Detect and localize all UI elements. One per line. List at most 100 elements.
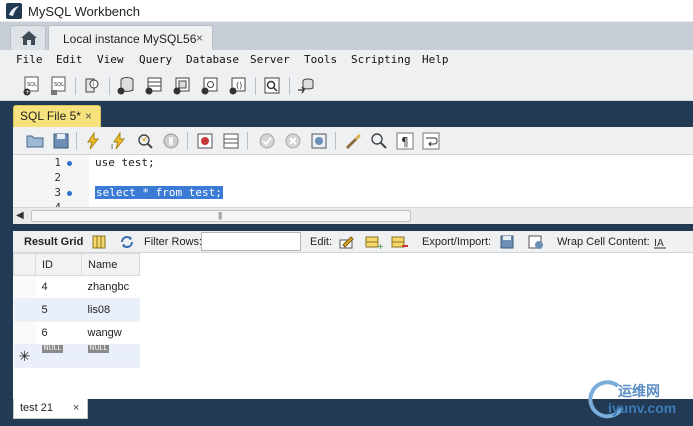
export-icon[interactable] — [499, 234, 515, 250]
connection-tab-close-icon[interactable]: × — [196, 31, 203, 45]
cell-name[interactable]: lis08 — [81, 298, 140, 322]
grid-view-icon[interactable] — [91, 234, 107, 250]
selected-code-text[interactable]: select * from test; — [95, 186, 223, 199]
inspector-icon[interactable]: i — [82, 76, 102, 96]
column-header-name[interactable]: Name — [81, 253, 140, 276]
word-wrap-icon[interactable] — [421, 131, 441, 151]
open-folder-icon[interactable] — [25, 131, 45, 151]
create-function-icon[interactable]: () — [228, 76, 248, 96]
create-schema-icon[interactable] — [116, 76, 136, 96]
create-view-icon[interactable] — [172, 76, 192, 96]
svg-text:(): () — [236, 81, 242, 90]
explain-icon[interactable] — [135, 131, 155, 151]
create-procedure-icon[interactable] — [200, 76, 220, 96]
svg-text:¶: ¶ — [401, 135, 409, 149]
cell-id[interactable]: 6 — [35, 321, 82, 345]
reconnect-icon[interactable] — [296, 76, 316, 96]
result-toolbar: Result Grid Filter Rows: Edit: + Export/… — [13, 231, 693, 253]
menu-scripting[interactable]: Scripting — [351, 53, 411, 66]
search-table-data-icon[interactable] — [262, 76, 282, 96]
execute-current-icon[interactable]: I — [109, 131, 129, 151]
result-tab[interactable]: test 21 × — [13, 399, 88, 419]
menu-bar: File Edit View Query Database Server Too… — [0, 50, 693, 71]
refresh-icon[interactable] — [119, 234, 135, 250]
menu-query[interactable]: Query — [139, 53, 172, 66]
code-text[interactable]: use test; — [95, 156, 155, 169]
editor-horizontal-scrollbar[interactable]: ◀ ||| — [13, 207, 693, 224]
editor-line: 1 use test; — [13, 156, 693, 171]
save-icon[interactable] — [51, 131, 71, 151]
null-badge: NULL — [41, 345, 64, 353]
svg-text:SQL: SQL — [27, 82, 37, 88]
menu-server[interactable]: Server — [250, 53, 290, 66]
home-tab-button[interactable] — [10, 25, 46, 50]
table-row[interactable]: 4 zhangbc — [13, 275, 140, 299]
window-title: MySQL Workbench — [28, 4, 140, 19]
insert-row-icon[interactable]: + — [365, 234, 383, 250]
cell-name[interactable]: zhangbc — [81, 275, 140, 299]
cell-id[interactable]: 4 — [35, 275, 82, 299]
cell-name-null[interactable]: NULL — [81, 344, 140, 368]
sql-editor[interactable]: 1 use test; 2 3 select * from test; 4 — [13, 155, 693, 207]
line-number: 1 — [54, 156, 61, 169]
editor-line: 3 select * from test; — [13, 186, 693, 201]
filter-rows-label: Filter Rows: — [144, 236, 203, 248]
rollback-icon[interactable] — [283, 131, 303, 151]
import-icon[interactable] — [527, 234, 545, 250]
new-row[interactable]: ✳ NULL NULL — [13, 344, 140, 368]
filter-rows-input[interactable] — [201, 232, 301, 251]
column-header-id[interactable]: ID — [35, 253, 82, 276]
row-header[interactable] — [13, 275, 36, 299]
connection-tab-strip: Local instance MySQL56 × — [0, 22, 693, 50]
row-header-corner — [13, 253, 36, 276]
line-number: 3 — [54, 186, 61, 199]
wrap-cell-icon[interactable]: IA — [653, 234, 667, 250]
watermark-url-text: iyunv.com — [608, 400, 677, 416]
menu-edit[interactable]: Edit — [56, 53, 83, 66]
result-grid-label[interactable]: Result Grid — [24, 236, 83, 248]
row-header[interactable] — [13, 298, 36, 322]
open-sql-script-icon[interactable]: SQL — [49, 76, 69, 96]
create-table-icon[interactable] — [144, 76, 164, 96]
invisible-chars-icon[interactable]: ¶ — [395, 131, 415, 151]
toggle-output-icon[interactable] — [221, 131, 241, 151]
sql-file-tab-label: SQL File 5* — [20, 109, 81, 123]
find-icon[interactable] — [369, 131, 389, 151]
connection-tab-label: Local instance MySQL56 — [63, 32, 197, 46]
menu-tools[interactable]: Tools — [304, 53, 337, 66]
null-badge: NULL — [87, 345, 110, 353]
mysql-workbench-logo-icon — [6, 3, 22, 19]
result-table: ID Name 4 zhangbc 5 lis08 6 wangw ✳ NULL… — [13, 253, 140, 368]
beautify-icon[interactable] — [343, 131, 363, 151]
menu-view[interactable]: View — [97, 53, 124, 66]
cell-id-null[interactable]: NULL — [35, 344, 82, 368]
stop-icon[interactable] — [161, 131, 181, 151]
menu-database[interactable]: Database — [186, 53, 239, 66]
watermark-cn-text: 运维网 — [618, 383, 660, 399]
table-row[interactable]: 5 lis08 — [13, 298, 140, 322]
edit-label: Edit: — [310, 236, 333, 248]
toggle-error-stop-icon[interactable] — [195, 131, 215, 151]
cell-name[interactable]: wangw — [81, 321, 140, 345]
delete-row-icon[interactable] — [391, 234, 409, 250]
svg-text:+: + — [377, 242, 383, 250]
new-sql-tab-icon[interactable]: SQL+ — [22, 76, 42, 96]
menu-file[interactable]: File — [16, 53, 43, 66]
execute-icon[interactable] — [83, 131, 103, 151]
main-toolbar: SQL + SQL i () — [0, 71, 693, 101]
row-header[interactable] — [13, 321, 36, 345]
menu-help[interactable]: Help — [422, 53, 449, 66]
edit-row-icon[interactable] — [338, 234, 354, 250]
sql-file-tab[interactable]: SQL File 5* × — [13, 105, 101, 127]
connection-tab[interactable]: Local instance MySQL56 × — [48, 25, 213, 50]
table-row[interactable]: 6 wangw — [13, 321, 140, 345]
svg-text:+: + — [25, 89, 30, 96]
autocommit-icon[interactable] — [309, 131, 329, 151]
result-tab-close-icon[interactable]: × — [73, 402, 79, 414]
cell-id[interactable]: 5 — [35, 298, 82, 322]
commit-icon[interactable] — [257, 131, 277, 151]
sql-file-tab-close-icon[interactable]: × — [85, 109, 92, 123]
scroll-left-arrow-icon[interactable]: ◀ — [16, 210, 24, 221]
export-import-label: Export/Import: — [422, 236, 492, 248]
wrap-cell-content-label: Wrap Cell Content: — [557, 236, 650, 248]
